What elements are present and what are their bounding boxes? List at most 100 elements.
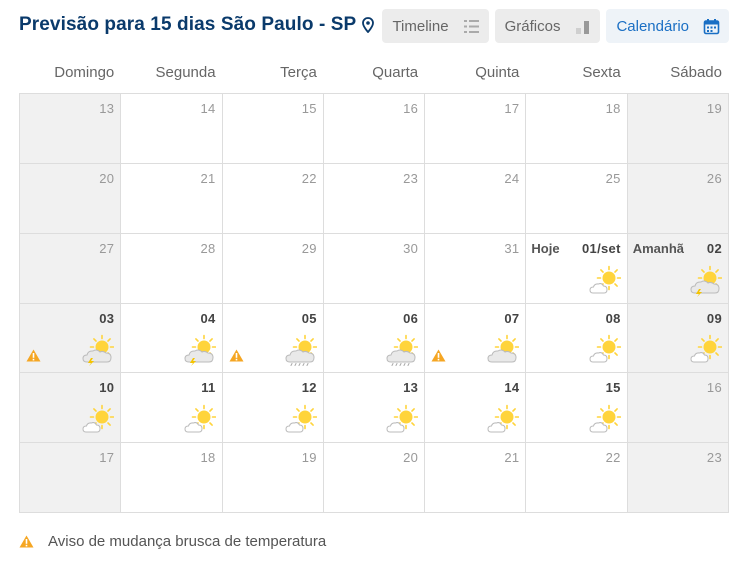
day-number: 22 bbox=[301, 170, 317, 186]
day-label: Amanhã bbox=[632, 240, 684, 256]
day-number: 09 bbox=[706, 310, 722, 326]
day-number: 05 bbox=[301, 310, 317, 326]
calendar-day[interactable]: Hoje 01/set bbox=[526, 233, 628, 304]
warning-icon bbox=[19, 535, 34, 548]
day-number: 22 bbox=[605, 450, 621, 466]
calendar-day: 13 bbox=[20, 94, 122, 164]
calendar-day[interactable]: 07 bbox=[425, 303, 527, 374]
partly-cloudy-icon bbox=[690, 335, 722, 363]
calendar-day[interactable]: 13 bbox=[323, 373, 426, 444]
weekday-thursday: Quinta bbox=[475, 64, 520, 81]
calendar-day: 29 bbox=[222, 233, 324, 304]
calendar-day[interactable]: 15 bbox=[526, 373, 628, 444]
partly-cloudy-icon bbox=[184, 404, 216, 433]
day-number: 14 bbox=[200, 101, 216, 116]
day-number: 28 bbox=[200, 240, 216, 256]
calendar-day: 24 bbox=[425, 163, 527, 234]
day-number: 08 bbox=[605, 310, 621, 326]
day-number: 18 bbox=[200, 450, 216, 466]
calendar-day[interactable]: 05 bbox=[222, 303, 324, 374]
calendar-day: 20 bbox=[323, 443, 426, 513]
charts-button-label: Gráficos bbox=[504, 17, 561, 35]
day-number: 15 bbox=[605, 380, 621, 396]
calendar-day: 22 bbox=[526, 443, 628, 513]
calendar-day[interactable]: 06 bbox=[323, 303, 426, 374]
partly-cloudy-icon bbox=[589, 265, 621, 293]
calendar-day: 28 bbox=[121, 233, 223, 304]
calendar-day: 21 bbox=[121, 163, 223, 234]
day-number: 21 bbox=[200, 170, 216, 186]
rain-icon bbox=[285, 335, 317, 367]
map-pin-icon bbox=[362, 17, 375, 33]
partly-cloudy-icon bbox=[386, 404, 419, 433]
day-number: 17 bbox=[504, 101, 520, 116]
calendar-day: 31 bbox=[425, 233, 527, 304]
timeline-button-label: Timeline bbox=[392, 17, 449, 35]
day-number: 26 bbox=[706, 170, 722, 186]
day-number: 17 bbox=[99, 450, 115, 466]
calendar-day: 22 bbox=[222, 163, 324, 234]
warning-icon bbox=[431, 349, 446, 362]
weekday-tuesday: Terça bbox=[280, 64, 317, 81]
day-number: 13 bbox=[99, 101, 115, 116]
partly-cloudy-icon bbox=[285, 404, 317, 433]
calendar-grid: 13 14 15 16 17 18 19 20 21 22 23 24 25 26 27 28 29 30 31 Ho… bbox=[19, 93, 729, 513]
page-title-text: Previsão para 15 dias São Paulo - SP bbox=[19, 14, 357, 35]
view-switcher: Timeline Gráficos Calendário bbox=[382, 9, 729, 43]
calendar-day: 26 bbox=[627, 163, 729, 234]
day-number: 15 bbox=[301, 101, 317, 116]
day-number: 12 bbox=[301, 380, 317, 396]
calendar-day[interactable]: 04 bbox=[121, 303, 223, 374]
calendar-day[interactable]: 11 bbox=[121, 373, 223, 444]
day-number: 16 bbox=[706, 380, 722, 396]
calendar-day: 23 bbox=[627, 443, 729, 513]
partly-cloudy-icon bbox=[589, 335, 621, 363]
day-number: 07 bbox=[504, 310, 520, 326]
partly-cloudy-icon bbox=[487, 404, 520, 433]
calendar-button[interactable]: Calendário bbox=[606, 9, 729, 43]
day-number: 29 bbox=[301, 240, 317, 256]
charts-button[interactable]: Gráficos bbox=[494, 9, 601, 43]
day-number: 06 bbox=[403, 310, 419, 326]
weekday-sunday: Domingo bbox=[54, 64, 115, 81]
day-number: 01/set bbox=[582, 240, 621, 256]
partly-cloudy-icon bbox=[82, 404, 115, 433]
calendar-day: 18 bbox=[526, 94, 628, 164]
warning-icon bbox=[26, 349, 41, 362]
partly-cloudy-icon bbox=[589, 404, 621, 433]
calendar-day: 15 bbox=[222, 94, 324, 164]
calendar-day[interactable]: 08 bbox=[526, 303, 628, 374]
calendar-day: 25 bbox=[526, 163, 628, 234]
day-number: 30 bbox=[403, 240, 419, 256]
calendar-day[interactable]: 09 bbox=[627, 303, 729, 374]
calendar-icon bbox=[703, 18, 720, 34]
calendar-day: 17 bbox=[425, 94, 527, 164]
calendar-day[interactable]: 10 bbox=[20, 373, 122, 444]
calendar-day[interactable]: 14 bbox=[425, 373, 527, 444]
calendar-day: 20 bbox=[20, 163, 122, 234]
cloudy-icon bbox=[487, 335, 520, 363]
calendar-day[interactable]: 12 bbox=[222, 373, 324, 444]
timeline-button[interactable]: Timeline bbox=[382, 9, 489, 43]
weekday-header: Domingo Segunda Terça Quarta Quinta Sext… bbox=[19, 64, 728, 84]
calendar-day: 19 bbox=[627, 94, 729, 164]
list-icon bbox=[463, 19, 479, 33]
bar-chart-icon bbox=[576, 20, 590, 34]
calendar-day: 17 bbox=[20, 443, 122, 513]
calendar-day: 19 bbox=[222, 443, 324, 513]
calendar-day[interactable]: 03 bbox=[20, 303, 122, 374]
calendar-button-label: Calendário bbox=[616, 17, 689, 35]
day-number: 19 bbox=[301, 450, 317, 466]
day-number: 25 bbox=[605, 170, 621, 186]
warning-icon bbox=[229, 349, 244, 362]
day-number: 20 bbox=[403, 450, 419, 466]
day-number: 27 bbox=[99, 240, 115, 256]
day-number: 31 bbox=[504, 240, 520, 256]
legend: Aviso de mudança brusca de temperatura bbox=[19, 533, 326, 550]
day-number: 11 bbox=[201, 380, 216, 396]
day-number: 10 bbox=[99, 380, 115, 396]
day-label: Hoje bbox=[531, 240, 560, 256]
calendar-day[interactable]: Amanhã 02 bbox=[627, 233, 729, 304]
day-number: 24 bbox=[504, 170, 520, 186]
calendar-day: 27 bbox=[20, 233, 122, 304]
